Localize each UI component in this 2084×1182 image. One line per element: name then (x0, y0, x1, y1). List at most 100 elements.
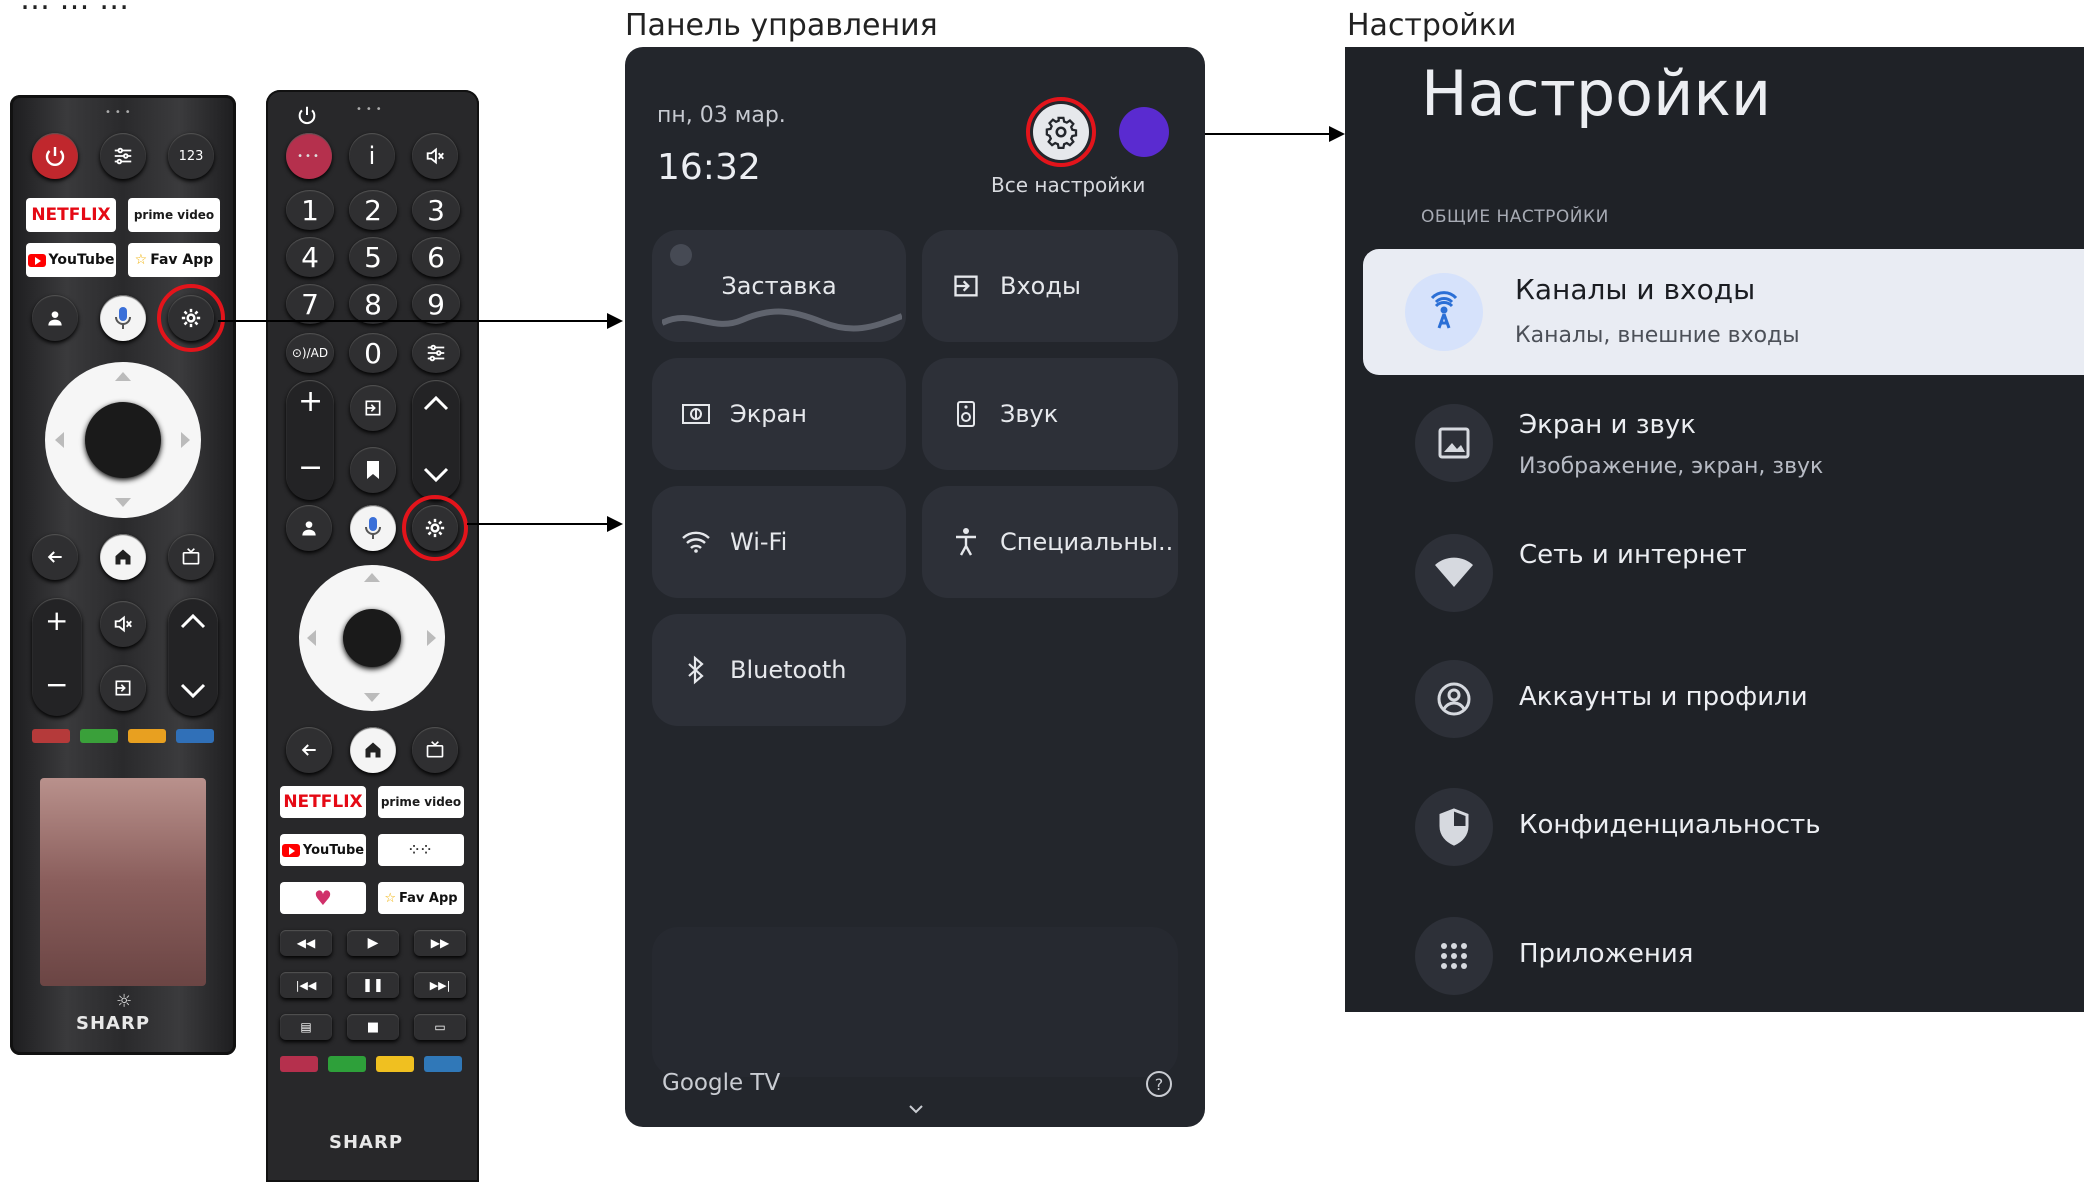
avatar[interactable] (1119, 107, 1169, 157)
settings-item-privacy[interactable]: Конфиденциальность (1415, 788, 2065, 868)
number-8-button[interactable]: 8 (349, 284, 397, 324)
settings-item-channels[interactable]: Каналы и входы Каналы, внешние входы (1363, 249, 2084, 375)
netflix-button-right[interactable]: NETFLIX (280, 786, 366, 818)
plus-icon: + (45, 604, 69, 637)
number-2-button[interactable]: 2 (349, 190, 397, 230)
apps-grid-button[interactable]: ⁘⁘ (378, 834, 464, 866)
prime-video-button[interactable]: prime video (128, 198, 220, 232)
pause-button[interactable]: ❚❚ (347, 972, 399, 998)
number-1-button[interactable]: 1 (286, 190, 334, 230)
tv-button-right[interactable] (412, 727, 458, 773)
volume-rocker-right[interactable]: + − (286, 380, 334, 500)
color-key-red-right[interactable] (280, 1056, 318, 1072)
dots-button[interactable]: ••• (286, 133, 332, 179)
settings-item-network[interactable]: Сеть и интернет (1415, 534, 2065, 614)
youtube-play-icon (27, 253, 46, 267)
settings-menu-button-right[interactable] (412, 333, 460, 373)
youtube-button-right[interactable]: YouTube (280, 834, 366, 866)
chevron-down-icon[interactable] (908, 1104, 924, 1114)
number-6-button[interactable]: 6 (412, 237, 460, 277)
back-button[interactable] (32, 534, 78, 580)
number-4-button[interactable]: 4 (286, 237, 334, 277)
color-key-blue-right[interactable] (424, 1056, 462, 1072)
voice-button-right[interactable] (350, 505, 396, 551)
power-button[interactable] (32, 133, 78, 179)
color-key-yellow[interactable] (128, 729, 166, 743)
mute-button[interactable] (100, 601, 146, 647)
mute-button-right[interactable] (412, 133, 458, 179)
settings-item-apps[interactable]: Приложения (1415, 917, 2065, 997)
ok-button-right[interactable] (343, 609, 401, 667)
color-key-green-right[interactable] (328, 1056, 366, 1072)
shield-icon (1415, 788, 1493, 866)
fast-forward-button[interactable]: ▶▶ (414, 930, 466, 956)
teletext-button[interactable]: ▤ (280, 1014, 332, 1040)
back-button-right[interactable] (286, 727, 332, 773)
audio-description-button[interactable]: ⊙)/AD (286, 333, 334, 373)
number-5-button[interactable]: 5 (349, 237, 397, 277)
left-arrow-icon (307, 630, 316, 646)
rewind-button[interactable]: ◀◀ (280, 930, 332, 956)
number-7-button[interactable]: 7 (286, 284, 334, 324)
profile-button[interactable] (32, 295, 78, 341)
help-button[interactable]: ? (1146, 1071, 1172, 1097)
accessibility-icon (946, 527, 986, 557)
tv-icon (426, 741, 444, 758)
number-9-button[interactable]: 9 (412, 284, 460, 324)
prime-video-button-right[interactable]: prime video (378, 786, 464, 818)
home-button-right[interactable] (350, 727, 396, 773)
info-button[interactable]: i (349, 133, 395, 179)
brand-logo-right: SHARP (329, 1132, 404, 1153)
input-icon (946, 272, 986, 300)
next-button[interactable]: ▶▶| (414, 972, 466, 998)
google-tv-logo: Google TV (662, 1070, 781, 1096)
youtube-button[interactable]: YouTube (26, 243, 116, 277)
heart-app-button[interactable]: ♥ (280, 882, 366, 914)
bluetooth-tile[interactable]: Bluetooth (652, 614, 906, 726)
wifi-tile[interactable]: Wi-Fi (652, 486, 906, 598)
fav-app-button-right[interactable]: ☆ Fav App (378, 882, 464, 914)
volume-rocker[interactable]: + − (32, 598, 82, 716)
netflix-button[interactable]: NETFLIX (26, 198, 116, 232)
youtube-label: YouTube (48, 252, 115, 268)
settings-menu-button[interactable] (100, 133, 146, 179)
down-arrow-icon (115, 498, 131, 507)
home-button[interactable] (100, 534, 146, 580)
inputs-tile[interactable]: Входы (922, 230, 1178, 342)
dpad-left[interactable] (45, 362, 201, 518)
sound-tile[interactable]: Звук (922, 358, 1178, 470)
accessibility-tile[interactable]: Специальны.. (922, 486, 1178, 598)
tv-button[interactable] (168, 534, 214, 580)
color-key-red[interactable] (32, 729, 70, 743)
numbers-button[interactable]: 123 (168, 133, 214, 179)
number-3-button[interactable]: 3 (412, 190, 460, 230)
bookmark-button[interactable] (350, 447, 396, 493)
color-key-yellow-right[interactable] (376, 1056, 414, 1072)
dpad-right[interactable] (299, 565, 445, 711)
settings-item-display-sound[interactable]: Экран и звук Изображение, экран, звук (1415, 404, 2065, 504)
color-key-green[interactable] (80, 729, 118, 743)
profile-button-right[interactable] (286, 505, 332, 551)
screensaver-tile[interactable]: Заставка (652, 230, 906, 342)
back-arrow-icon (47, 551, 62, 563)
speaker-icon (946, 400, 986, 428)
settings-item-accounts[interactable]: Аккаунты и профили (1415, 660, 2065, 740)
fav-app-button[interactable]: ☆ Fav App (128, 243, 220, 277)
back-arrow-icon (301, 744, 316, 756)
stop-button[interactable]: ■ (347, 1014, 399, 1040)
arrow-line-1 (218, 320, 611, 322)
power-button-right[interactable] (296, 104, 318, 130)
play-button[interactable]: ▶ (347, 930, 399, 956)
input-button[interactable] (100, 665, 146, 711)
subtitles-button[interactable]: ▭ (414, 1014, 466, 1040)
channels-title: Каналы и входы (1515, 273, 1756, 306)
input-button-right[interactable] (350, 385, 396, 431)
color-key-blue[interactable] (176, 729, 214, 743)
screen-tile[interactable]: Экран (652, 358, 906, 470)
previous-button[interactable]: |◀◀ (280, 972, 332, 998)
number-0-button[interactable]: 0 (349, 333, 397, 373)
ok-button[interactable] (85, 402, 161, 478)
voice-button[interactable] (100, 295, 146, 341)
channel-rocker-right[interactable] (412, 380, 460, 500)
channel-rocker[interactable] (168, 598, 218, 716)
